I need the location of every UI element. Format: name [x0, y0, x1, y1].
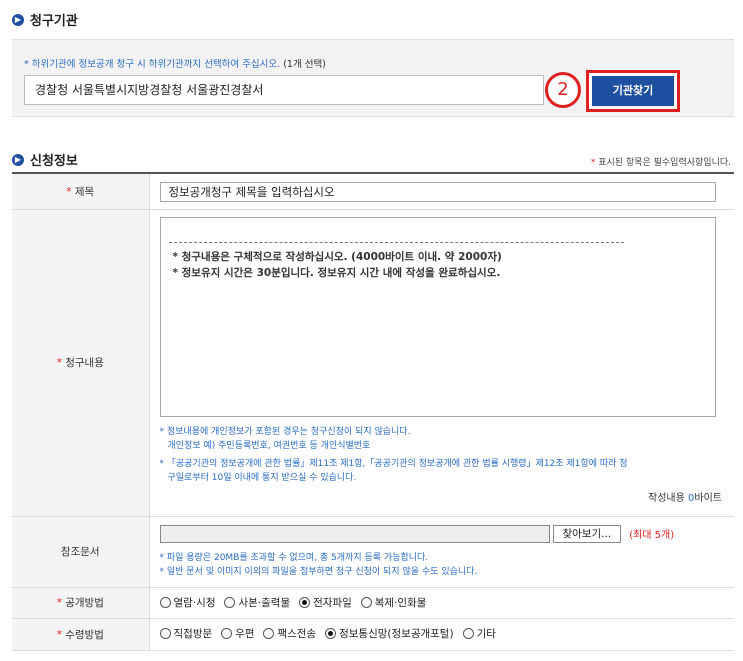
content-divider — [168, 241, 624, 243]
radio-button[interactable] — [360, 597, 372, 608]
apply-section-title: ▶ 신청정보 — [12, 150, 78, 169]
agency-note-text: * 하위기관에 정보공개 청구 시 하위기관까지 선택하여 주십시오. — [24, 59, 281, 70]
application-form: * 제목 정보공개청구 제목을 입력하십시오 * 청구내용 * 청구내용은 구체… — [12, 172, 734, 651]
browse-button[interactable]: 찾아보기... — [552, 524, 622, 543]
receipt-option[interactable]: 정보통신망(정보공개포털) — [325, 626, 454, 641]
disclosure-option[interactable]: 사본·출력물 — [224, 595, 290, 610]
attachments-label: 참조문서 — [12, 516, 150, 588]
receipt-label: * 수령방법 — [12, 618, 150, 651]
content-notes: * 정보내용에 개인정보가 포함된 경우는 청구신청이 되지 않습니다. 개인정… — [160, 425, 723, 485]
attachment-note-2: * 일반 문서 및 이미지 이외의 파일을 첨부하면 청구 신청이 되지 않을 … — [159, 566, 478, 577]
radio-button[interactable] — [159, 628, 171, 639]
disclosure-option[interactable]: 열람·시청 — [159, 595, 215, 610]
file-picker: 찾아보기... (최대 5개) — [159, 524, 723, 543]
max-files-note: (최대 5개) — [629, 530, 675, 541]
disclosure-option[interactable]: 전자파일 — [299, 595, 352, 610]
receipt-options: 직접방문 우편 팩스전송 정보통신망(정보공개포털) 기타 — [159, 619, 723, 649]
receipt-row: * 수령방법 직접방문 우편 팩스전송 정보통신망(정보공개포털) 기타 — [12, 618, 734, 651]
radio-button[interactable] — [224, 597, 236, 608]
agency-section-title-text: 청구기관 — [30, 14, 78, 29]
attachment-note-1: * 파일 용량은 20MB를 초과할 수 없으며, 총 5개까지 등록 가능합니… — [159, 552, 429, 563]
content-guide: * 청구내용은 구체적으로 작성하십시오. (4000바이트 이내. 약 200… — [169, 249, 707, 281]
content-guide-line-2: * 정보유지 시간은 30분입니다. 정보유지 시간 내에 작성을 완료하십시오… — [172, 266, 501, 279]
radio-button[interactable] — [159, 597, 171, 608]
content-note-1b: 개인정보 예) 주민등록번호, 여권번호 등 개인식별번호 — [167, 440, 371, 451]
disclosure-options: 열람·시청 사본·출력물 전자파일 복제·인화물 — [159, 588, 723, 618]
radio-button[interactable] — [462, 628, 474, 639]
disclosure-row: * 공개방법 열람·시청 사본·출력물 전자파일 복제·인화물 — [12, 587, 734, 619]
attachment-notes: * 파일 용량은 20MB를 초과할 수 없으며, 총 5개까지 등록 가능합니… — [160, 551, 723, 579]
radio-button[interactable] — [263, 628, 275, 639]
find-agency-button[interactable]: 기관찾기 — [592, 76, 674, 106]
chevron-right-icon: ▶ — [12, 13, 24, 26]
required-star: * — [590, 158, 596, 168]
receipt-option[interactable]: 팩스전송 — [263, 626, 316, 641]
receipt-option[interactable]: 직접방문 — [159, 626, 212, 641]
selected-agency-field[interactable]: 경찰청 서울특별시지방경찰청 서울광진경찰서 — [24, 75, 544, 105]
content-guide-line-1: * 청구내용은 구체적으로 작성하십시오. (4000바이트 이내. 약 200… — [172, 250, 502, 263]
chevron-right-icon: ▶ — [12, 153, 24, 166]
receipt-option[interactable]: 우편 — [221, 626, 254, 641]
required-fields-note: * 표시된 항목은 필수입력사항입니다. — [591, 155, 731, 168]
radio-button[interactable] — [325, 628, 337, 639]
find-button-highlight: 기관찾기 — [586, 70, 680, 112]
agency-selected-count: (1개 선택) — [283, 59, 326, 70]
subject-input[interactable]: 정보공개청구 제목을 입력하십시오 — [159, 182, 716, 202]
agency-section-title: ▶ 청구기관 — [12, 10, 78, 29]
byte-counter: 작성내용 0바이트 — [648, 492, 722, 504]
content-label: * 청구내용 — [12, 209, 150, 517]
required-note-text: 표시된 항목은 필수입력사항입니다. — [598, 158, 731, 168]
content-note-2b: 구일로부터 10일 이내에 통지 받으실 수 있습니다. — [167, 472, 357, 483]
content-row: * 청구내용 * 청구내용은 구체적으로 작성하십시오. (4000바이트 이내… — [12, 209, 734, 517]
disclosure-option[interactable]: 복제·인화물 — [360, 595, 426, 610]
agency-panel: * 하위기관에 정보공개 청구 시 하위기관까지 선택하여 주십시오. (1개 … — [12, 39, 734, 117]
radio-button[interactable] — [221, 628, 233, 639]
disclosure-label: * 공개방법 — [12, 587, 150, 619]
step-number-badge: 2 — [545, 72, 581, 108]
agency-note: * 하위기관에 정보공개 청구 시 하위기관까지 선택하여 주십시오. (1개 … — [24, 56, 326, 70]
content-textarea[interactable]: * 청구내용은 구체적으로 작성하십시오. (4000바이트 이내. 약 200… — [159, 216, 716, 417]
content-note-2a: * 「공공기관의 정보공개에 관한 법률」제11조 제1항,「공공기관의 정보공… — [159, 458, 628, 469]
content-note-1a: * 정보내용에 개인정보가 포함된 경우는 청구신청이 되지 않습니다. — [159, 426, 411, 437]
file-path-input[interactable] — [159, 524, 550, 543]
receipt-option[interactable]: 기타 — [462, 626, 496, 641]
subject-row: * 제목 정보공개청구 제목을 입력하십시오 — [12, 173, 734, 210]
radio-button[interactable] — [299, 597, 311, 608]
attachments-row: 참조문서 찾아보기... (최대 5개) * 파일 용량은 20MB를 초과할 … — [12, 516, 734, 588]
apply-section-title-text: 신청정보 — [30, 154, 78, 169]
subject-label: * 제목 — [12, 173, 150, 210]
